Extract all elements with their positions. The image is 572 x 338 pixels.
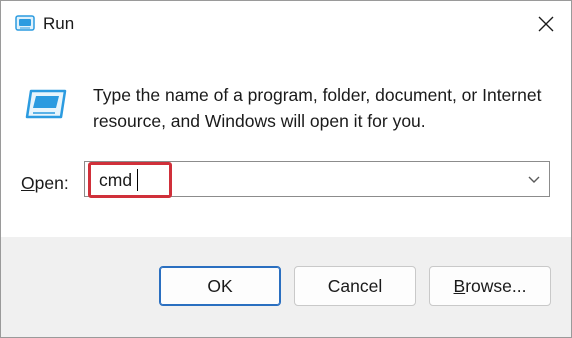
open-label-mnemonic: O (21, 173, 35, 193)
run-dialog: Run Type the name of a program, folder, … (0, 0, 572, 338)
window-title: Run (43, 14, 75, 33)
run-icon (15, 15, 35, 31)
browse-button[interactable]: Browse... (429, 266, 551, 306)
text-caret (137, 169, 138, 191)
run-program-icon (25, 89, 67, 119)
browse-label: rowse... (465, 276, 527, 296)
title-bar: Run (1, 1, 571, 47)
chevron-down-icon[interactable] (525, 170, 543, 188)
open-combobox[interactable] (84, 161, 550, 197)
browse-mnemonic: B (453, 276, 466, 296)
cancel-button[interactable]: Cancel (294, 266, 416, 306)
open-input[interactable] (99, 169, 519, 191)
ok-button[interactable]: OK (159, 266, 281, 306)
dialog-content: Type the name of a program, folder, docu… (1, 47, 571, 237)
open-label: Open: (21, 173, 69, 194)
open-label-text: pen: (34, 173, 69, 193)
close-icon[interactable] (527, 7, 563, 41)
description-text: Type the name of a program, folder, docu… (93, 85, 542, 131)
